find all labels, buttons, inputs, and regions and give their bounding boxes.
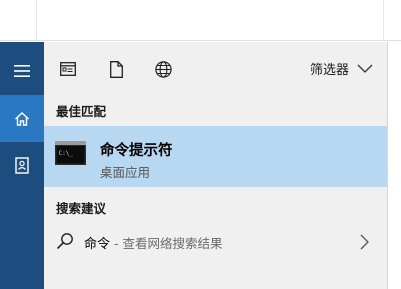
hamburger-menu-icon xyxy=(14,65,30,77)
search-icon xyxy=(56,233,73,250)
best-match-heading: 最佳匹配 xyxy=(56,104,107,119)
contact-card-icon xyxy=(15,156,29,174)
chevron-right-icon[interactable] xyxy=(359,234,369,250)
notebook-button[interactable] xyxy=(0,142,44,188)
best-match-title: 命令提示符 xyxy=(100,143,173,159)
search-suggestions-heading: 搜索建议 xyxy=(56,201,107,216)
chevron-down-icon xyxy=(357,64,373,73)
window-divider xyxy=(0,40,401,41)
apps-filter-button[interactable] xyxy=(57,58,79,80)
search-results-panel: 筛选器 最佳匹配 C:\_ 命令提示符 桌面应用 搜索建议 命令 - 查看网络搜… xyxy=(44,42,388,289)
screen: 筛选器 最佳匹配 C:\_ 命令提示符 桌面应用 搜索建议 命令 - 查看网络搜… xyxy=(0,0,401,289)
suggestion-hint: - 查看网络搜索结果 xyxy=(110,236,223,251)
filter-label: 筛选器 xyxy=(309,63,349,78)
command-prompt-icon: C:\_ xyxy=(55,141,86,165)
home-icon xyxy=(15,111,29,126)
web-filter-button[interactable] xyxy=(152,58,174,80)
hamburger-menu-button[interactable] xyxy=(0,48,44,94)
document-icon xyxy=(109,60,123,78)
suggestion-query: 命令 xyxy=(84,237,111,252)
window-edge xyxy=(36,0,37,40)
svg-text:C:\_: C:\_ xyxy=(59,150,74,157)
suggestion-text: 命令 - 查看网络搜索结果 xyxy=(84,233,222,252)
documents-filter-button[interactable] xyxy=(105,58,127,80)
background-window xyxy=(0,0,401,44)
best-match-result[interactable]: C:\_ 命令提示符 桌面应用 xyxy=(44,126,387,187)
apps-window-icon xyxy=(60,62,76,76)
globe-icon xyxy=(154,60,172,78)
start-rail xyxy=(0,42,44,289)
window-edge xyxy=(383,0,384,40)
search-toolbar: 筛选器 xyxy=(44,42,387,96)
best-match-subtitle: 桌面应用 xyxy=(100,165,151,180)
filter-dropdown[interactable]: 筛选器 xyxy=(310,59,373,78)
search-suggestion-item[interactable]: 命令 - 查看网络搜索结果 xyxy=(44,225,387,259)
home-button[interactable] xyxy=(0,95,44,142)
